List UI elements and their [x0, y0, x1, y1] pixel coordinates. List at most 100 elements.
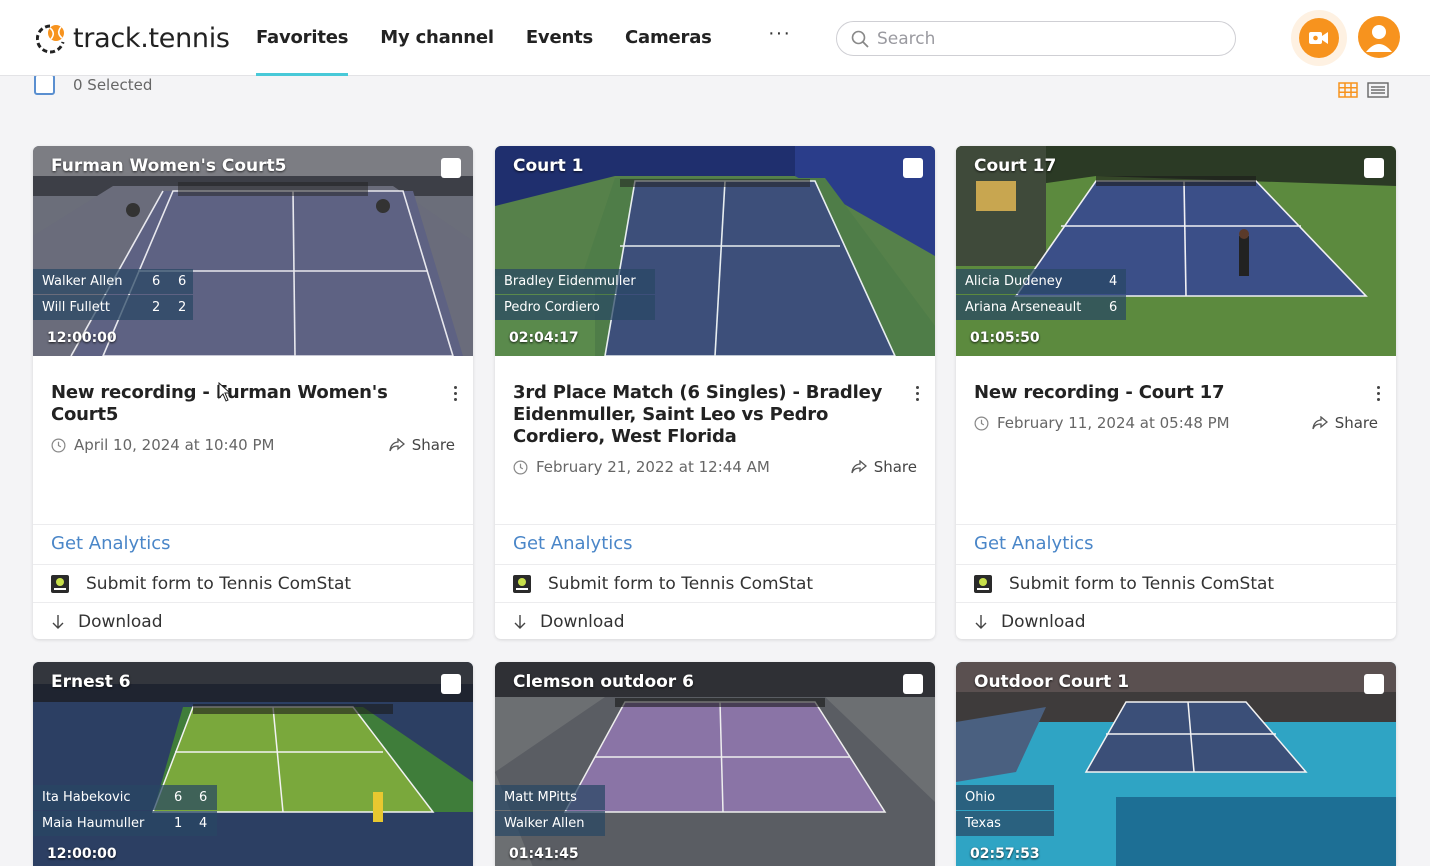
nav-favorites[interactable]: Favorites	[256, 0, 349, 76]
download-icon	[52, 614, 64, 629]
player-name: Walker Allen	[504, 816, 585, 831]
player-name: Ohio	[965, 790, 996, 805]
video-thumbnail[interactable]: Clemson outdoor 6 Matt MPitts Walker All…	[495, 662, 935, 866]
download-label: Download	[78, 611, 163, 632]
select-all-checkbox[interactable]	[34, 74, 55, 95]
recording-date: February 21, 2022 at 12:44 AM	[536, 458, 770, 476]
card-select-checkbox[interactable]	[903, 158, 923, 178]
comstat-submit-row[interactable]: Submit form to Tennis ComStat	[495, 564, 935, 602]
card-options-icon[interactable]	[915, 386, 919, 404]
player-name: Bradley Eidenmuller	[504, 274, 636, 289]
score-row: Ohio	[956, 785, 1054, 810]
get-analytics-link[interactable]: Get Analytics	[495, 524, 935, 564]
score-row: Bradley Eidenmuller	[495, 269, 655, 294]
get-analytics-link[interactable]: Get Analytics	[956, 524, 1396, 564]
get-analytics-link[interactable]: Get Analytics	[33, 524, 473, 564]
recording-card[interactable]: Clemson outdoor 6 Matt MPitts Walker All…	[495, 662, 935, 866]
download-icon	[975, 614, 987, 629]
comstat-submit-row[interactable]: Submit form to Tennis ComStat	[956, 564, 1396, 602]
share-button[interactable]: Share	[1312, 414, 1378, 432]
score-row: Walker Allen 6 6	[33, 269, 193, 294]
record-camera-button[interactable]	[1299, 18, 1339, 58]
share-button[interactable]: Share	[389, 436, 455, 454]
card-select-checkbox[interactable]	[1364, 674, 1384, 694]
set-score: 4	[199, 816, 208, 831]
recording-title[interactable]: New recording - Court 17	[974, 382, 1354, 404]
download-icon	[514, 614, 526, 629]
more-menu-button[interactable]: ···	[768, 22, 791, 45]
set-score: 6	[178, 274, 187, 289]
video-thumbnail[interactable]: Furman Women's Court5 Walker Allen 6 6 W…	[33, 146, 473, 356]
share-label: Share	[873, 458, 917, 476]
top-header: track.tennis Favorites My channel Events…	[0, 0, 1430, 76]
player-name: Will Fullett	[42, 300, 110, 315]
set-score: 6	[152, 274, 161, 289]
mouse-cursor-icon	[218, 382, 232, 402]
main-nav: Favorites My channel Events Cameras	[256, 0, 744, 76]
search-input[interactable]	[877, 28, 1217, 49]
brand-name: track.tennis	[73, 22, 230, 54]
download-row[interactable]: Download	[33, 602, 473, 639]
set-score: 1	[174, 816, 183, 831]
download-label: Download	[1001, 611, 1086, 632]
video-thumbnail[interactable]: Outdoor Court 1 Ohio Texas 02:57:53	[956, 662, 1396, 866]
grid-view-icon[interactable]	[1338, 82, 1358, 98]
recording-card[interactable]: Court 1 Bradley Eidenmuller Pedro Cordie…	[495, 146, 935, 639]
set-score: 2	[178, 300, 187, 315]
recording-card[interactable]: Furman Women's Court5 Walker Allen 6 6 W…	[33, 146, 473, 639]
recording-date-row: February 11, 2024 at 05:48 PM	[974, 414, 1230, 432]
list-view-icon[interactable]	[1367, 82, 1389, 98]
video-duration: 02:04:17	[509, 330, 579, 346]
card-select-checkbox[interactable]	[441, 674, 461, 694]
download-row[interactable]: Download	[495, 602, 935, 639]
share-icon	[851, 460, 867, 474]
recording-card[interactable]: Court 17 Alicia Dudeney 4 Ariana Arsenea…	[956, 146, 1396, 639]
search-bar	[836, 21, 1236, 56]
thumbnail-court-name: Furman Women's Court5	[51, 156, 287, 176]
nav-events[interactable]: Events	[526, 0, 593, 76]
share-label: Share	[411, 436, 455, 454]
player-name: Alicia Dudeney	[965, 274, 1063, 289]
tennis-ball-logo-icon	[35, 22, 68, 54]
thumbnail-court-name: Court 1	[513, 156, 584, 176]
set-score: 2	[152, 300, 161, 315]
card-select-checkbox[interactable]	[1364, 158, 1384, 178]
thumbnail-court-name: Ernest 6	[51, 672, 131, 692]
user-avatar-button[interactable]	[1358, 16, 1400, 58]
recording-title[interactable]: New recording - Furman Women's Court5	[51, 382, 431, 426]
share-icon	[1312, 416, 1328, 430]
nav-my-channel[interactable]: My channel	[380, 0, 494, 76]
player-name: Texas	[965, 816, 1001, 831]
nav-cameras[interactable]: Cameras	[625, 0, 712, 76]
set-score: 4	[1109, 274, 1118, 289]
user-icon	[1366, 25, 1392, 52]
video-thumbnail[interactable]: Ernest 6 Ita Habekovic 6 6 Maia Haumulle…	[33, 662, 473, 866]
player-name: Pedro Cordiero	[504, 300, 600, 315]
score-row: Matt MPitts	[495, 785, 605, 810]
recording-card[interactable]: Ernest 6 Ita Habekovic 6 6 Maia Haumulle…	[33, 662, 473, 866]
selected-count: 0 Selected	[73, 76, 153, 94]
share-icon	[389, 438, 405, 452]
comstat-submit-row[interactable]: Submit form to Tennis ComStat	[33, 564, 473, 602]
video-duration: 02:57:53	[970, 846, 1040, 862]
card-select-checkbox[interactable]	[441, 158, 461, 178]
brand-logo[interactable]: track.tennis	[35, 21, 230, 55]
recording-card[interactable]: Outdoor Court 1 Ohio Texas 02:57:53	[956, 662, 1396, 866]
recording-title[interactable]: 3rd Place Match (6 Singles) - Bradley Ei…	[513, 382, 893, 448]
score-row: Ariana Arseneault 6	[956, 295, 1126, 320]
download-row[interactable]: Download	[956, 602, 1396, 639]
thumbnail-court-name: Court 17	[974, 156, 1057, 176]
player-name: Ita Habekovic	[42, 790, 131, 805]
set-score: 6	[199, 790, 208, 805]
card-select-checkbox[interactable]	[903, 674, 923, 694]
video-thumbnail[interactable]: Court 1 Bradley Eidenmuller Pedro Cordie…	[495, 146, 935, 356]
clock-icon	[513, 460, 528, 474]
video-duration: 12:00:00	[47, 330, 117, 346]
player-name: Ariana Arseneault	[965, 300, 1082, 315]
recording-date-row: February 21, 2022 at 12:44 AM	[513, 458, 770, 476]
comstat-label: Submit form to Tennis ComStat	[86, 573, 352, 594]
card-options-icon[interactable]	[453, 386, 457, 404]
share-button[interactable]: Share	[851, 458, 917, 476]
video-thumbnail[interactable]: Court 17 Alicia Dudeney 4 Ariana Arsenea…	[956, 146, 1396, 356]
card-options-icon[interactable]	[1376, 386, 1380, 404]
